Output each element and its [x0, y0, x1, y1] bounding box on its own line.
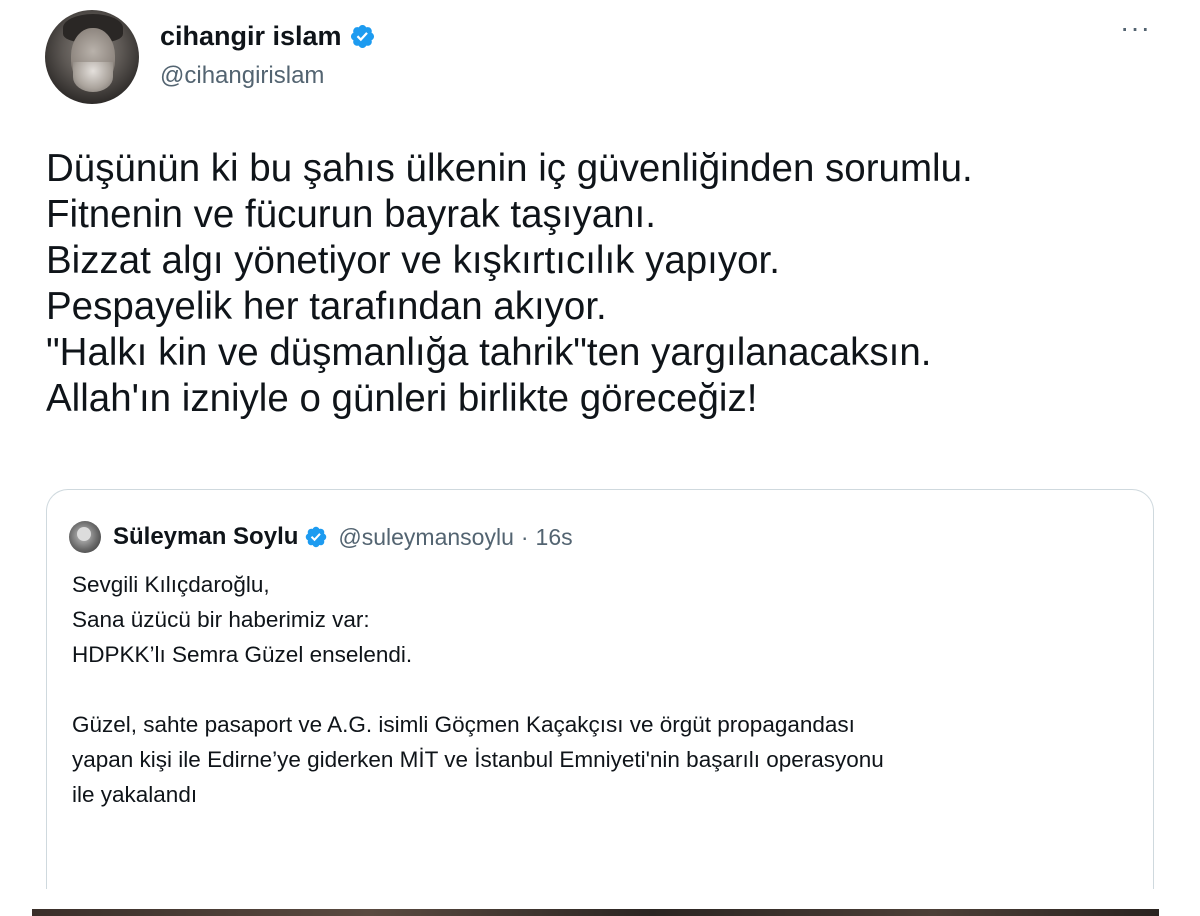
quoted-text-line: HDPKK’lı Semra Güzel enselendi.: [72, 642, 413, 667]
quoted-author-avatar[interactable]: [69, 521, 101, 553]
quoted-tweet-time[interactable]: 16s: [536, 524, 573, 551]
tweet-text-line: "Halkı kin ve düşmanlığa tahrik"ten yarg…: [46, 331, 932, 374]
verified-badge-icon: [304, 525, 328, 549]
verified-badge-icon: [349, 23, 376, 50]
tweet-text-line: Pespayelik her tarafından akıyor.: [46, 285, 607, 328]
tweet-text-line: Bizzat algı yönetiyor ve kışkırtıcılık y…: [46, 239, 780, 282]
cropped-image-strip: [32, 909, 1159, 916]
quoted-author-handle[interactable]: @suleymansoylu: [338, 524, 513, 551]
quoted-tweet[interactable]: Süleyman Soylu @suleymansoylu · 16s Sevg…: [46, 489, 1154, 889]
separator-dot: ·: [520, 523, 529, 550]
quoted-text-line: Sevgili Kılıçdaroğlu,: [72, 572, 270, 597]
quoted-text-line: Sana üzücü bir haberimiz var:: [72, 607, 370, 632]
tweet-text: Düşünün ki bu şahıs ülkenin iç güvenliği…: [46, 146, 1176, 422]
quoted-text-line: yapan kişi ile Edirne’ye giderken MİT ve…: [72, 747, 884, 772]
author-avatar[interactable]: [45, 10, 139, 104]
tweet-card: cihangir islam @cihangirislam ··· Düşünü…: [0, 0, 1200, 916]
author-name-row: cihangir islam: [160, 21, 376, 52]
author-handle[interactable]: @cihangirislam: [160, 62, 324, 90]
avatar-beard: [73, 62, 113, 92]
author-display-name[interactable]: cihangir islam: [160, 21, 342, 52]
quoted-text-line: Güzel, sahte pasaport ve A.G. isimli Göç…: [72, 712, 855, 737]
quoted-text-line: ile yakalandı: [72, 782, 198, 807]
more-options-icon[interactable]: ···: [1120, 14, 1151, 42]
tweet-text-line: Allah'ın izniyle o günleri birlikte göre…: [46, 377, 758, 420]
quoted-tweet-text: Sevgili Kılıçdaroğlu, Sana üzücü bir hab…: [72, 567, 1132, 812]
quoted-tweet-header: Süleyman Soylu @suleymansoylu · 16s: [69, 521, 573, 553]
tweet-text-line: Fitnenin ve fücurun bayrak taşıyanı.: [46, 193, 656, 236]
quoted-author-name[interactable]: Süleyman Soylu: [113, 523, 298, 551]
tweet-text-line: Düşünün ki bu şahıs ülkenin iç güvenliği…: [46, 147, 973, 190]
